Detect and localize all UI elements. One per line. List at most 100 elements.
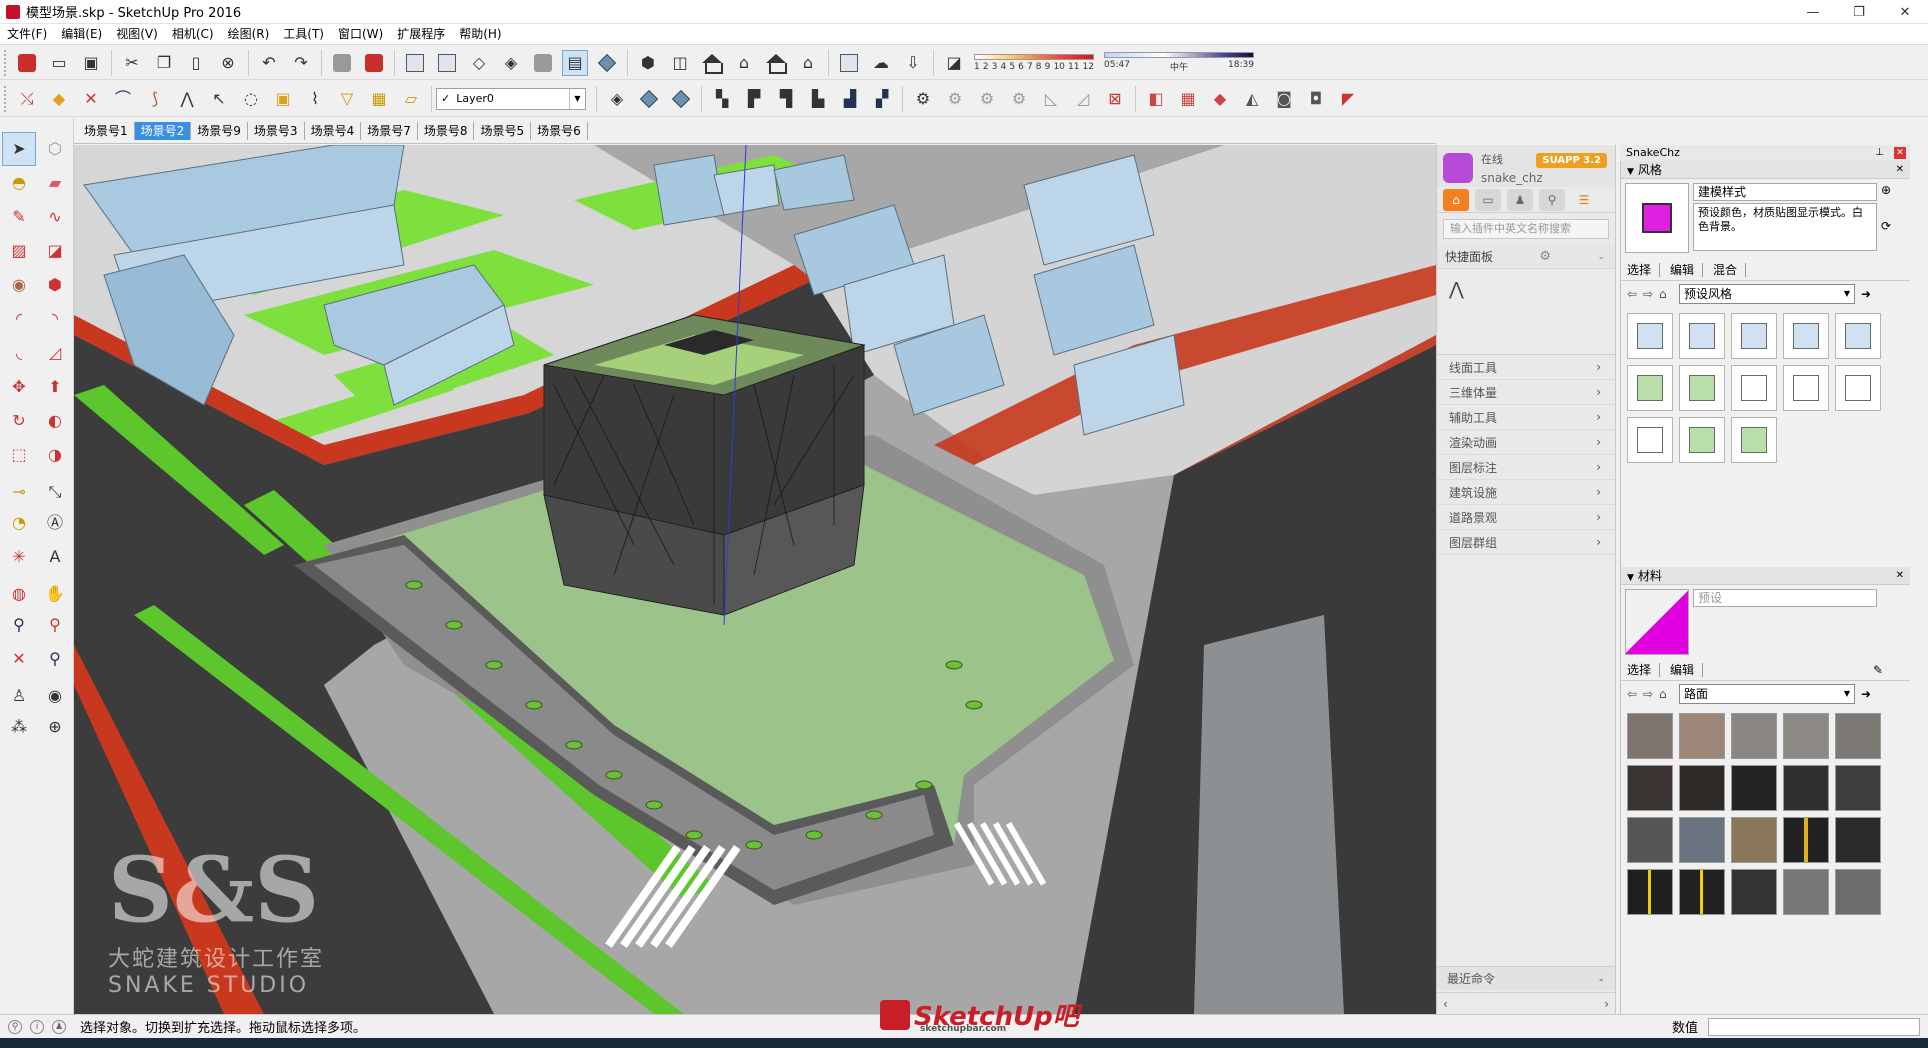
chevron-down-icon[interactable]: ⌄ xyxy=(1597,974,1605,984)
user-account-icon[interactable]: ♟ xyxy=(52,1019,66,1034)
suapp-menu-item[interactable]: 图层标注 › xyxy=(1437,455,1615,480)
erase-button[interactable]: ⊗ xyxy=(215,50,241,76)
ext-tool-8[interactable]: ◌ xyxy=(238,86,264,112)
tab-styles-edit[interactable]: 编辑 xyxy=(1670,262,1704,277)
toolbar-grip[interactable] xyxy=(4,85,7,112)
style-collection-dropdown[interactable]: 预设风格 ▼ xyxy=(1679,284,1855,304)
style-name-field[interactable]: 建模样式 xyxy=(1693,183,1877,201)
shaded-textures-button[interactable]: ▤ xyxy=(562,49,588,76)
modeling-viewport[interactable]: S&S 大蛇建筑设计工作室 SNAKE STUDIO xyxy=(74,145,1436,1014)
freehand-tool[interactable]: ∿ xyxy=(38,200,72,234)
material-tile[interactable] xyxy=(1627,817,1673,863)
rotate-tool[interactable]: ↻ xyxy=(2,404,36,438)
style-swatch[interactable] xyxy=(1627,417,1673,463)
walk-tool[interactable]: ⁂ xyxy=(2,710,36,744)
eraser-tool[interactable]: ▰ xyxy=(38,166,72,200)
texture-tool-6[interactable]: ◘ xyxy=(1303,86,1329,112)
measurements-input[interactable] xyxy=(1708,1017,1920,1036)
texture-tool-5[interactable]: ◙ xyxy=(1271,86,1297,112)
collapse-icon[interactable]: ▼ xyxy=(1627,167,1634,177)
shadows-toggle-button[interactable]: ◪ xyxy=(941,50,967,76)
material-tile[interactable] xyxy=(1731,765,1777,811)
recent-scroll[interactable]: ‹ › xyxy=(1437,992,1615,1014)
group-tool-6[interactable]: ▞ xyxy=(869,86,895,112)
right-view-button[interactable]: ⌂ xyxy=(731,50,757,76)
material-tile[interactable] xyxy=(1627,869,1673,915)
home-icon[interactable]: ⌂ xyxy=(1659,287,1675,301)
zoom-tool[interactable]: ⚲ xyxy=(2,608,36,642)
texture-tool-2[interactable]: ▦ xyxy=(1175,86,1201,112)
tab-scene-4[interactable]: 场景号4 xyxy=(305,121,362,140)
avatar[interactable] xyxy=(1443,153,1473,183)
material-tile[interactable] xyxy=(1783,713,1829,759)
undo-button[interactable]: ↶ xyxy=(256,50,282,76)
axes-tool[interactable]: ✳ xyxy=(2,540,36,574)
dynamic-tool-7[interactable]: ⊠ xyxy=(1102,86,1128,112)
details-arrow-icon[interactable]: ➜ xyxy=(1861,287,1871,301)
user-icon[interactable]: ♟ xyxy=(1507,188,1533,211)
ext-tool-11[interactable]: ▽ xyxy=(334,86,360,112)
shadow-time-bar[interactable] xyxy=(1104,52,1254,58)
material-tile[interactable] xyxy=(1679,765,1725,811)
menu-extensions[interactable]: 扩展程序 xyxy=(390,24,452,45)
style-swatch[interactable] xyxy=(1835,313,1881,359)
chevron-down-icon[interactable]: ▼ xyxy=(1840,285,1854,303)
style-swatch[interactable] xyxy=(1627,313,1673,359)
tape-measure-tool[interactable]: ⊸ xyxy=(2,478,36,506)
ext-tool-5[interactable]: ⟆ xyxy=(142,86,168,112)
menu-file[interactable]: 文件(F) xyxy=(0,24,54,45)
shadow-month-slider[interactable]: 1 2 3 4 5 6 7 8 9 10 11 12 xyxy=(974,53,1094,72)
chevron-down-icon[interactable]: ▼ xyxy=(569,88,585,109)
paste-button[interactable]: ▯ xyxy=(183,50,209,76)
styles-panel-header[interactable]: ▼ 风格 ✕ xyxy=(1621,161,1910,179)
chevron-right-icon[interactable]: › xyxy=(1604,997,1609,1011)
ext-tool-10[interactable]: ⌇ xyxy=(302,86,328,112)
material-tile[interactable] xyxy=(1783,765,1829,811)
style-swatch[interactable] xyxy=(1731,313,1777,359)
texture-tool-1[interactable]: ◧ xyxy=(1143,86,1169,112)
new-file-button[interactable] xyxy=(14,50,40,76)
move-tool[interactable]: ✥ xyxy=(2,370,36,404)
rays-icon[interactable]: ⋀ xyxy=(1449,279,1464,300)
close-icon[interactable]: ✕ xyxy=(1896,164,1904,175)
save-button[interactable]: ▣ xyxy=(78,50,104,76)
gear-icon[interactable]: ⚙ xyxy=(1539,249,1551,264)
polygon-tool[interactable]: ⬢ xyxy=(38,268,72,302)
style-thumbnail[interactable] xyxy=(1625,183,1689,253)
suapp-menu-item[interactable]: 图层群组 › xyxy=(1437,530,1615,555)
home-icon[interactable]: ⌂ xyxy=(1443,188,1469,211)
menu-view[interactable]: 视图(V) xyxy=(109,24,165,45)
wireframe-button[interactable]: ◇ xyxy=(466,50,492,76)
top-view-button[interactable]: ◫ xyxy=(667,50,693,76)
material-tile[interactable] xyxy=(1783,817,1829,863)
home-icon[interactable]: ⌂ xyxy=(1659,687,1675,701)
style-swatch[interactable] xyxy=(1679,313,1725,359)
material-tile[interactable] xyxy=(1627,713,1673,759)
monitor-icon[interactable]: ▭ xyxy=(1475,188,1501,211)
dynamic-tool-5[interactable]: ◺ xyxy=(1038,86,1064,112)
offset-tool[interactable]: ◑ xyxy=(38,438,72,472)
chevron-down-icon[interactable]: ⌄ xyxy=(1597,252,1605,262)
layer-dropdown[interactable]: ✓ Layer0 ▼ xyxy=(436,87,586,110)
tab-scene-2[interactable]: 场景号2 xyxy=(134,121,192,140)
section-cut-button[interactable] xyxy=(668,86,694,112)
look-around-tool[interactable]: ◉ xyxy=(38,682,72,710)
forward-arrow-icon[interactable]: ⇨ xyxy=(1643,687,1659,701)
dynamic-tool-4[interactable]: ⚙ xyxy=(1006,86,1032,112)
back-view-button[interactable] xyxy=(763,50,789,76)
tab-scene-3[interactable]: 场景号3 xyxy=(248,121,305,140)
push-pull-tool[interactable]: ⬆ xyxy=(38,370,72,404)
chevron-down-icon[interactable]: ▼ xyxy=(1840,685,1854,703)
suapp-menu-item[interactable]: 线面工具 › xyxy=(1437,355,1615,380)
pie-tool[interactable]: ◿ xyxy=(38,336,72,370)
3d-warehouse-button[interactable] xyxy=(836,50,862,76)
ext-tool-3[interactable]: ✕ xyxy=(78,86,104,112)
tab-materials-edit[interactable]: 编辑 xyxy=(1670,662,1704,677)
material-tile[interactable] xyxy=(1679,817,1725,863)
section-display-button[interactable] xyxy=(636,86,662,112)
menu-edit[interactable]: 编辑(E) xyxy=(54,24,109,45)
3d-text-tool[interactable]: A xyxy=(38,540,72,574)
collapse-icon[interactable]: ▼ xyxy=(1627,573,1634,583)
group-tool-3[interactable]: ▜ xyxy=(773,86,799,112)
dynamic-tool-3[interactable]: ⚙ xyxy=(974,86,1000,112)
